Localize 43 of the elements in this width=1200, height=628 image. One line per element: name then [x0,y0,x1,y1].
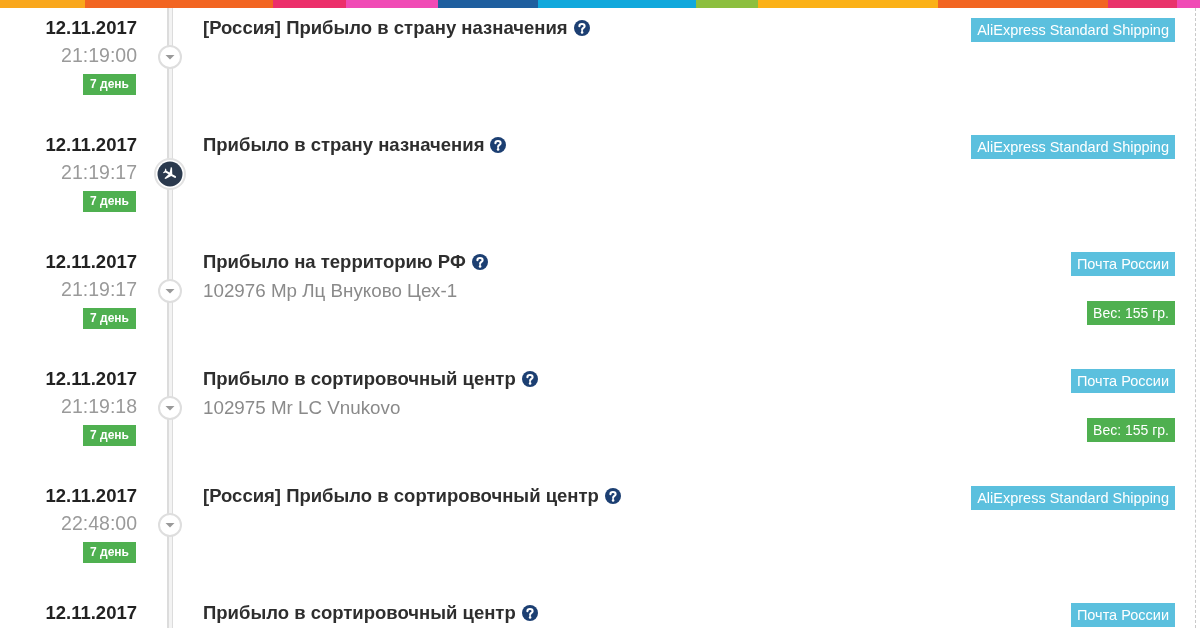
event-title: Прибыло в сортировочный центр [203,601,516,625]
event-date: 12.11.2017 [45,16,137,40]
weight-badge: Вес: 155 гр. [1087,301,1175,325]
day-count-badge: 7 день [83,542,136,563]
event-title: Прибыло в страну назначения [203,133,485,157]
event-date: 12.11.2017 [45,250,137,274]
day-count-badge: 7 день [83,425,136,446]
carrier-badge: AliExpress Standard Shipping [971,486,1175,510]
help-icon [521,371,538,387]
help-icon [521,605,538,621]
event-time: 21:19:00 [61,43,137,68]
carrier-badge: AliExpress Standard Shipping [971,135,1175,159]
caret-icon [158,45,182,69]
weight-badge: Вес: 155 гр. [1087,418,1175,442]
help-icon [573,20,590,36]
event-location: 102975 Mr LC Vnukovo [203,396,401,420]
event-date: 12.11.2017 [45,601,137,625]
caret-icon [158,396,182,420]
day-count-badge: 7 день [83,74,136,95]
plane-icon [154,158,186,190]
caret-icon [158,513,182,537]
carrier-badge: Почта России [1070,369,1175,393]
help-icon [490,137,507,153]
event-time: 21:19:17 [61,277,137,302]
help-icon [604,488,621,504]
event-time: 21:19:18 [61,394,137,419]
day-count-badge: 7 день [83,191,136,212]
event-date: 12.11.2017 [45,484,137,508]
event-date: 12.11.2017 [45,367,137,391]
carrier-badge: Почта России [1070,252,1175,276]
event-date: 12.11.2017 [45,133,137,157]
event-time: 22:48:00 [61,511,137,536]
event-title: Прибыло в сортировочный центр [203,367,516,391]
event-time: 21:19:17 [61,160,137,185]
carrier-badge: Почта России [1070,603,1175,627]
event-location: 102976 Мр Лц Внуково Цех-1 [203,279,458,303]
carrier-badge: AliExpress Standard Shipping [971,18,1175,42]
caret-icon [158,279,182,303]
event-title: Прибыло на территорию РФ [203,250,466,274]
event-title: [Россия] Прибыло в страну назначения [203,16,568,40]
help-icon [471,254,488,270]
day-count-badge: 7 день [83,308,136,329]
event-title: [Россия] Прибыло в сортировочный центр [203,484,599,508]
